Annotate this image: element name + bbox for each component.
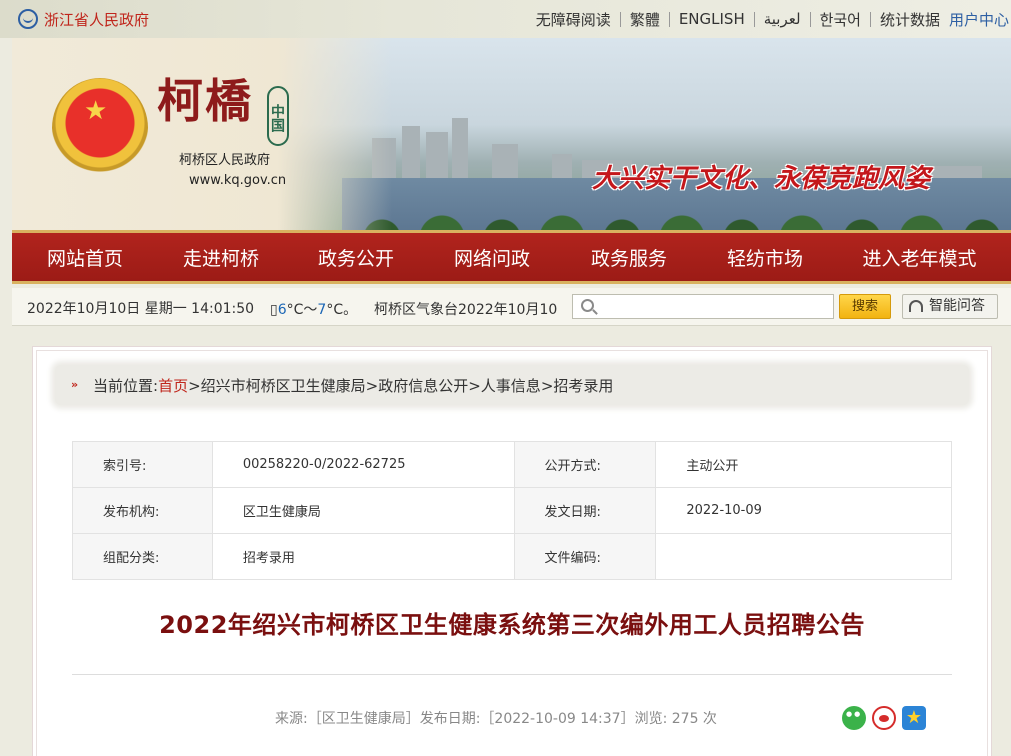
article-source-line: 来源:［区卫生健康局］发布日期:［2022-10-09 14:37］浏览: 27…	[275, 711, 717, 727]
trees-illustration	[352, 208, 1011, 230]
breadcrumb-home[interactable]: 首页	[158, 375, 188, 396]
meta-value: 2022-10-09	[655, 487, 952, 534]
english-link[interactable]: ENGLISH	[670, 10, 754, 28]
breadcrumb-prefix: 当前位置:	[93, 377, 159, 395]
weather-mid: °C～	[286, 302, 318, 318]
breadcrumb-recruitment[interactable]: >招考录用	[541, 375, 614, 396]
province-link-label: 浙江省人民政府	[44, 10, 150, 29]
nav-textile-market[interactable]: 轻纺市场	[702, 244, 828, 271]
weather-ticker[interactable]: 柯桥区气象台2022年10月10	[374, 299, 572, 319]
nav-home[interactable]: 网站首页	[12, 244, 158, 271]
double-chevron-icon: »	[71, 378, 79, 391]
nav-gov-services[interactable]: 政务服务	[556, 244, 702, 271]
info-bar: 2022年10月10日 星期一 14:01:50 ▯6°C～7°C。 柯桥区气象…	[12, 288, 1011, 326]
meta-value: 00258220-0/2022-62725	[211, 441, 515, 488]
content-panel: » 当前位置: 首页 >绍兴市柯桥区卫生健康局 >政府信息公开 >人事信息 >招…	[32, 346, 992, 756]
nav-online-inquiry[interactable]: 网络问政	[428, 244, 556, 271]
wechat-icon[interactable]	[842, 706, 866, 730]
meta-value: 主动公开	[655, 441, 952, 488]
current-datetime: 2022年10月10日 星期一 14:01:50	[27, 301, 255, 317]
table-row: 索引号: 00258220-0/2022-62725 公开方式: 主动公开	[72, 441, 952, 488]
brand-name: 柯桥区人民政府	[179, 153, 271, 168]
accessibility-link[interactable]: 无障碍阅读	[527, 9, 620, 30]
table-row: 发布机构: 区卫生健康局 发文日期: 2022-10-09	[72, 487, 952, 534]
search-field[interactable]	[572, 294, 834, 319]
share-bar: ★	[842, 706, 926, 730]
search-button[interactable]: 搜索	[839, 294, 891, 319]
national-emblem-icon	[52, 78, 148, 178]
breadcrumb-trail: 当前位置: 首页 >绍兴市柯桥区卫生健康局 >政府信息公开 >人事信息 >招考录…	[93, 375, 613, 396]
breadcrumb-gov-info[interactable]: >政府信息公开	[366, 375, 469, 396]
traditional-chinese-link[interactable]: 繁體	[621, 9, 669, 30]
brand-subtitle: 柯桥区人民政府 www.kq.gov.cn	[179, 151, 286, 191]
smart-qa-button[interactable]: 智能问答	[902, 294, 998, 319]
search-input[interactable]	[599, 297, 829, 316]
site-banner: 柯橋 中国 柯桥区人民政府 www.kq.gov.cn 大兴实干文化、永葆竞跑风…	[12, 38, 1011, 230]
arabic-link[interactable]: لعربية	[755, 10, 810, 28]
weibo-icon[interactable]	[872, 706, 896, 730]
top-links: 无障碍阅读 繁體 ENGLISH لعربية 한국어 统计数据 用户中心	[527, 8, 1011, 30]
breadcrumb-health-bureau[interactable]: >绍兴市柯桥区卫生健康局	[188, 375, 366, 396]
statistics-link[interactable]: 统计数据	[871, 9, 949, 30]
nav-about[interactable]: 走进柯桥	[158, 244, 284, 271]
nav-gov-info[interactable]: 政务公开	[284, 244, 428, 271]
zhejiang-logo-icon	[18, 9, 38, 29]
meta-key: 索引号:	[72, 441, 213, 488]
meta-value	[655, 533, 952, 580]
breadcrumb-personnel[interactable]: >人事信息	[468, 375, 541, 396]
brand-china-seal: 中国	[267, 86, 289, 146]
meta-key: 发文日期:	[513, 487, 657, 534]
korean-link[interactable]: 한국어	[811, 9, 870, 30]
top-utility-bar: 浙江省人民政府 无障碍阅读 繁體 ENGLISH لعربية 한국어 统计数据…	[0, 0, 1011, 38]
meta-key: 公开方式:	[513, 441, 657, 488]
meta-key: 文件编码:	[513, 533, 657, 580]
weather-low: 6	[277, 302, 287, 318]
qzone-icon[interactable]: ★	[902, 706, 926, 730]
smart-qa-label: 智能问答	[929, 298, 985, 314]
weather-info: ▯6°C～7°C。	[270, 299, 357, 319]
main-nav: 网站首页 走进柯桥 政务公开 网络问政 政务服务 轻纺市场 进入老年模式	[12, 230, 1011, 284]
meta-key: 发布机构:	[72, 487, 213, 534]
weather-suffix: °C。	[326, 302, 358, 318]
headset-icon	[909, 300, 923, 312]
user-center-link[interactable]: 用户中心	[949, 9, 1011, 30]
brand-title: 柯橋	[157, 74, 253, 128]
table-row: 组配分类: 招考录用 文件编码:	[72, 533, 952, 580]
meta-value: 招考录用	[211, 533, 515, 580]
nav-elderly-mode[interactable]: 进入老年模式	[828, 244, 1011, 271]
breadcrumb: » 当前位置: 首页 >绍兴市柯桥区卫生健康局 >政府信息公开 >人事信息 >招…	[55, 365, 969, 405]
article-title: 2022年绍兴市柯桥区卫生健康系统第三次编外用工人员招聘公告	[159, 611, 865, 639]
brand-url: www.kq.gov.cn	[189, 173, 287, 188]
meta-key: 组配分类:	[72, 533, 213, 580]
weather-icon: ▯	[270, 302, 278, 318]
divider	[72, 674, 952, 675]
search-icon	[581, 299, 594, 312]
meta-value: 区卫生健康局	[211, 487, 515, 534]
province-link[interactable]: 浙江省人民政府	[18, 8, 149, 30]
document-meta-table: 索引号: 00258220-0/2022-62725 公开方式: 主动公开 发布…	[72, 441, 952, 580]
banner-slogan: 大兴实干文化、永葆竞跑风姿	[592, 164, 931, 194]
weather-high: 7	[317, 302, 327, 318]
